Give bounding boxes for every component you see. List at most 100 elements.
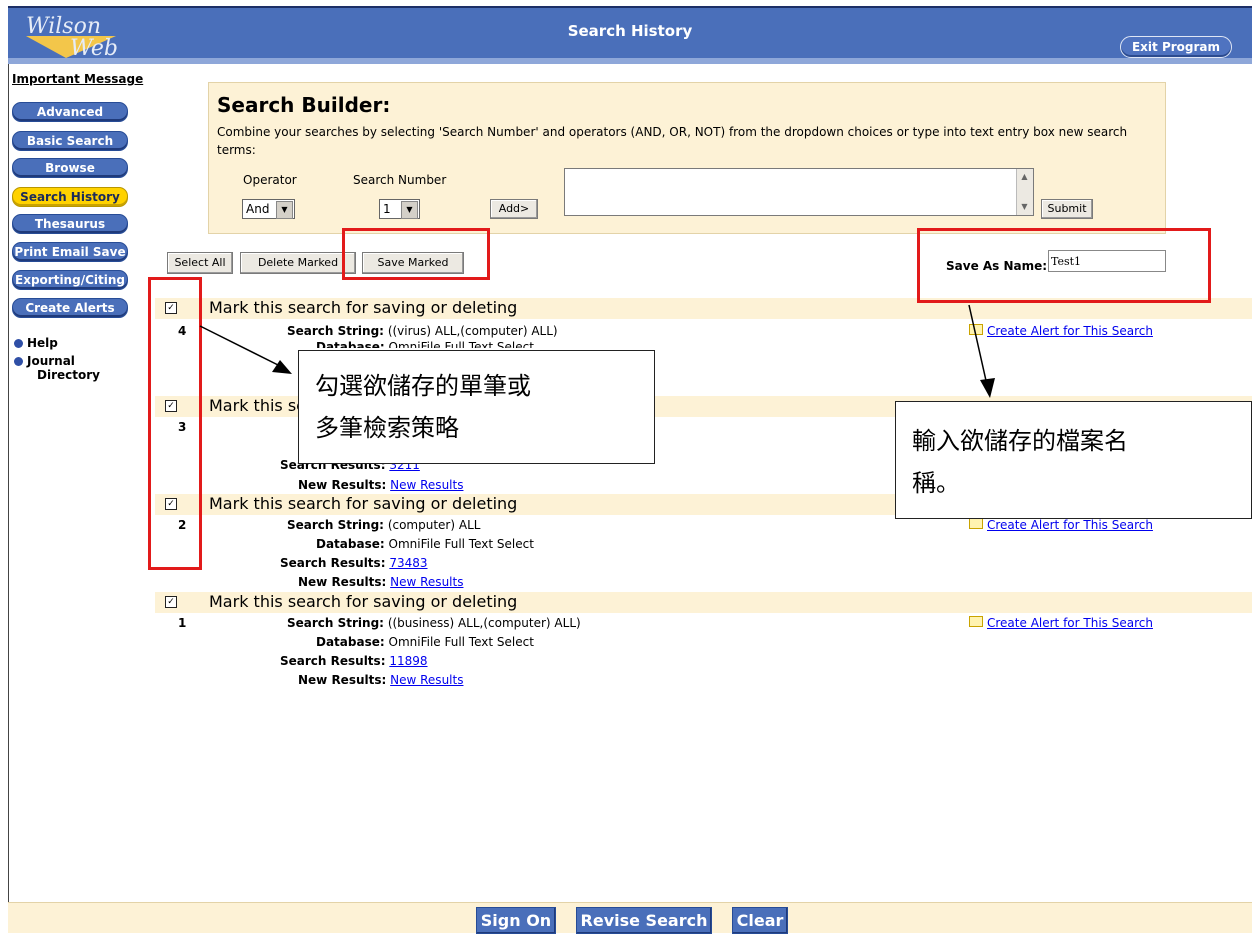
sign-on-button[interactable]: Sign On bbox=[476, 907, 556, 934]
search-results-row: Search Results: 73483 bbox=[280, 556, 428, 570]
field-label: Search Results: bbox=[280, 654, 386, 668]
operator-value: And bbox=[246, 202, 270, 216]
arrow-head-left-icon bbox=[272, 360, 292, 374]
search-builder-description: Combine your searches by selecting 'Sear… bbox=[217, 125, 1128, 157]
search-builder-panel: Search Builder: Combine your searches by… bbox=[208, 82, 1166, 234]
database-row: Database: OmniFile Full Text Select bbox=[316, 537, 534, 551]
field-label: New Results: bbox=[298, 575, 387, 589]
exit-program-button[interactable]: Exit Program bbox=[1120, 36, 1232, 58]
search-string-value: ((virus) ALL,(computer) ALL) bbox=[387, 324, 558, 338]
database-value: OmniFile Full Text Select bbox=[388, 340, 534, 348]
app-header: Wilson Web Search History Exit Program bbox=[8, 6, 1252, 61]
nav-thesaurus[interactable]: Thesaurus bbox=[12, 214, 128, 234]
search-results-row: Search Results: 11898 bbox=[280, 654, 428, 668]
create-alert-link[interactable]: Create Alert for This Search bbox=[969, 518, 1153, 532]
arrow-head-right-icon bbox=[980, 378, 995, 398]
field-label: Search String: bbox=[287, 324, 384, 338]
field-label: Database: bbox=[316, 340, 385, 348]
header-stripe bbox=[8, 58, 1252, 64]
bullet-icon bbox=[14, 339, 23, 348]
chevron-down-icon: ▼ bbox=[276, 201, 293, 219]
annotation-callout-left: 勾選欲儲存的單筆或 多筆檢索策略 bbox=[298, 350, 655, 464]
checkbox-highlight-box bbox=[148, 277, 202, 570]
page-title: Search History bbox=[567, 22, 693, 40]
save-as-name-highlight-box bbox=[917, 228, 1211, 303]
field-label: Database: bbox=[316, 635, 385, 649]
nav-exporting-citing[interactable]: Exporting/Citing bbox=[12, 270, 128, 290]
field-label: Search String: bbox=[287, 616, 384, 630]
create-alert-link[interactable]: Create Alert for This Search bbox=[969, 324, 1153, 338]
clear-button[interactable]: Clear bbox=[732, 907, 788, 934]
new-results-row: New Results: New Results bbox=[298, 673, 463, 687]
search-string-value: ((business) ALL,(computer) ALL) bbox=[387, 616, 581, 630]
new-results-row: New Results: New Results bbox=[298, 575, 463, 589]
search-terms-textarea[interactable]: ▲ ▼ bbox=[564, 168, 1034, 216]
scroll-down-icon[interactable]: ▼ bbox=[1017, 199, 1032, 214]
callout-right-line2: 稱。 bbox=[912, 469, 960, 497]
search-results-link[interactable]: 11898 bbox=[389, 654, 427, 668]
textarea-scrollbar[interactable]: ▲ ▼ bbox=[1016, 169, 1033, 215]
search-number-select[interactable]: 1 ▼ bbox=[379, 199, 420, 219]
mark-label: Mark this search for saving or deleting bbox=[209, 298, 518, 317]
left-border bbox=[8, 64, 9, 932]
new-results-link[interactable]: New Results bbox=[390, 478, 463, 492]
bullet-icon bbox=[14, 357, 23, 366]
save-marked-highlight-box bbox=[342, 228, 490, 280]
nav-advanced-search[interactable]: Advanced Search bbox=[12, 102, 128, 137]
search-string-row: Search String: (computer) ALL bbox=[287, 518, 480, 532]
database-value: OmniFile Full Text Select bbox=[388, 635, 534, 649]
submit-button[interactable]: Submit bbox=[1041, 199, 1093, 219]
search-string-row: Search String: ((business) ALL,(computer… bbox=[287, 616, 581, 630]
database-value: OmniFile Full Text Select bbox=[388, 537, 534, 551]
journal-directory-link[interactable]: Journal Directory bbox=[14, 354, 100, 382]
field-label: New Results: bbox=[298, 673, 387, 687]
arrow-line-left bbox=[199, 325, 285, 369]
nav-create-alerts[interactable]: Create Alerts bbox=[12, 298, 128, 318]
help-link[interactable]: Help bbox=[14, 336, 58, 350]
callout-left-line1: 勾選欲儲存的單筆或 bbox=[315, 372, 531, 400]
search-string-row: Search String: ((virus) ALL,(computer) A… bbox=[287, 324, 558, 338]
mark-checkbox[interactable]: ✓ bbox=[165, 596, 177, 608]
mark-label: Mark this search for saving or deleting bbox=[209, 494, 518, 513]
search-builder-title: Search Builder: bbox=[217, 93, 391, 117]
annotation-callout-right: 輸入欲儲存的檔案名 稱。 bbox=[895, 401, 1252, 519]
create-alert-label: Create Alert for This Search bbox=[987, 518, 1153, 532]
new-results-link[interactable]: New Results bbox=[390, 575, 463, 589]
envelope-icon bbox=[969, 518, 983, 529]
nav-search-history[interactable]: Search History bbox=[12, 187, 128, 207]
envelope-icon bbox=[969, 324, 983, 335]
help-label: Help bbox=[27, 336, 58, 350]
delete-marked-button[interactable]: Delete Marked bbox=[240, 252, 356, 274]
new-results-link[interactable]: New Results bbox=[390, 673, 463, 687]
mark-label: Mark this search for saving or deleting bbox=[209, 592, 518, 611]
database-row: Database: OmniFile Full Text Select bbox=[316, 635, 534, 649]
journal-label: Journal bbox=[27, 354, 75, 368]
callout-left-line2: 多筆檢索策略 bbox=[315, 414, 459, 442]
nav-basic-search[interactable]: Basic Search bbox=[12, 131, 128, 151]
search-results-link[interactable]: 73483 bbox=[389, 556, 427, 570]
create-alert-label: Create Alert for This Search bbox=[987, 324, 1153, 338]
create-alert-link[interactable]: Create Alert for This Search bbox=[969, 616, 1153, 630]
scroll-up-icon[interactable]: ▲ bbox=[1017, 169, 1032, 184]
nav-browse[interactable]: Browse bbox=[12, 158, 128, 178]
new-results-row: New Results: New Results bbox=[298, 478, 463, 492]
important-message-link[interactable]: Important Message bbox=[12, 72, 143, 86]
search-number-label: Search Number bbox=[353, 173, 447, 187]
callout-right-line1: 輸入欲儲存的檔案名 bbox=[912, 427, 1128, 455]
nav-print-email-save[interactable]: Print Email Save bbox=[12, 242, 128, 262]
database-row: Database: OmniFile Full Text Select bbox=[316, 340, 534, 348]
add-button[interactable]: Add> bbox=[490, 199, 538, 219]
search-string-value: (computer) ALL bbox=[387, 518, 481, 532]
field-label: Search Results: bbox=[280, 556, 386, 570]
revise-search-button[interactable]: Revise Search bbox=[576, 907, 712, 934]
chevron-down-icon: ▼ bbox=[401, 201, 418, 219]
field-label: Search String: bbox=[287, 518, 384, 532]
create-alert-label: Create Alert for This Search bbox=[987, 616, 1153, 630]
operator-select[interactable]: And ▼ bbox=[242, 199, 295, 219]
directory-label: Directory bbox=[37, 368, 100, 382]
record-number: 1 bbox=[178, 616, 187, 630]
field-label: Database: bbox=[316, 537, 385, 551]
envelope-icon bbox=[969, 616, 983, 627]
select-all-button[interactable]: Select All bbox=[167, 252, 233, 274]
field-label: New Results: bbox=[298, 478, 387, 492]
